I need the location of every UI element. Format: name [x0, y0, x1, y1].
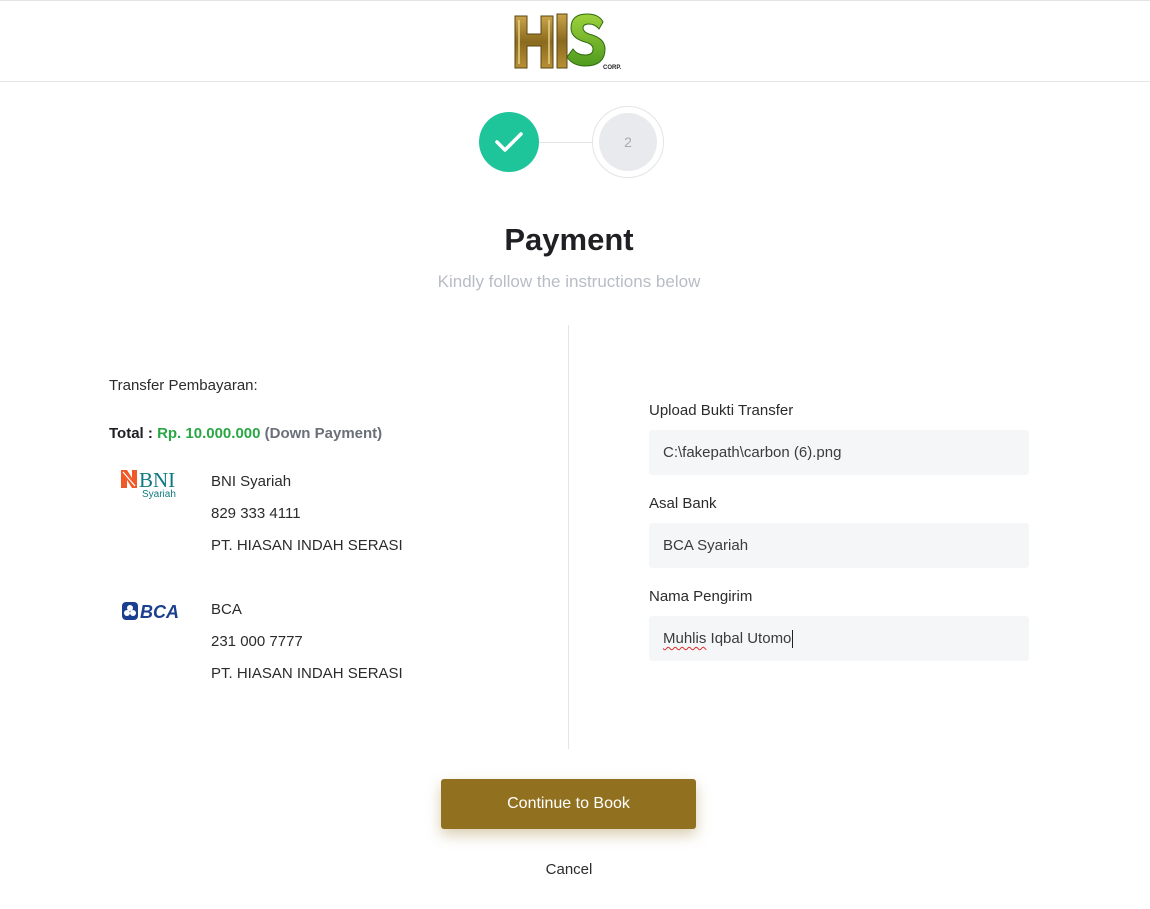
- bca-logo-text: BCA: [140, 602, 179, 622]
- text-caret: [792, 629, 794, 648]
- bank-1-holder: PT. HIASAN INDAH SERASI: [211, 537, 403, 554]
- bank-1-account: 829 333 4111: [211, 505, 301, 522]
- total-prefix: Total :: [109, 425, 153, 442]
- bank-origin-value: BCA Syariah: [663, 537, 749, 554]
- sender-name-misspelled: Muhlis: [663, 630, 707, 647]
- total-note: (Down Payment): [264, 425, 383, 442]
- step-2-number: 2: [624, 134, 632, 150]
- step-2-indicator: 2: [599, 113, 657, 171]
- bank-origin-input[interactable]: BCA Syariah: [649, 523, 1029, 568]
- total-line: Total : Rp. 10.000.000 (Down Payment): [109, 425, 382, 442]
- check-icon: [495, 132, 523, 152]
- transfer-label: Transfer Pembayaran:: [109, 377, 258, 394]
- total-amount: Rp. 10.000.000: [157, 425, 261, 442]
- cancel-label[interactable]: Cancel: [546, 861, 593, 878]
- step-1-completed: [479, 112, 539, 172]
- bank-2-account: 231 000 7777: [211, 633, 303, 650]
- cancel-link[interactable]: Cancel: [0, 861, 1138, 878]
- logo-corp-text: CORP.: [603, 65, 622, 71]
- bca-logo: BCA: [122, 602, 179, 622]
- bank-origin-label: Asal Bank: [649, 495, 717, 512]
- bni-syariah-logo: BNI Syariah: [121, 468, 176, 500]
- upload-label: Upload Bukti Transfer: [649, 402, 794, 419]
- page-subtitle: Kindly follow the instructions below: [437, 272, 701, 291]
- page-title: Payment: [504, 222, 634, 257]
- upload-proof-input[interactable]: C:\fakepath\carbon (6).png: [649, 430, 1029, 475]
- bni-logo-sub: Syariah: [142, 489, 176, 500]
- company-logo[interactable]: CORP.: [511, 10, 631, 72]
- continue-to-book-button[interactable]: Continue to Book: [441, 779, 696, 829]
- stepper-connector: [539, 142, 595, 143]
- sender-name-input[interactable]: Muhlis Iqbal Utomo: [649, 616, 1029, 661]
- column-divider: [568, 325, 569, 749]
- upload-proof-value: C:\fakepath\carbon (6).png: [663, 444, 842, 461]
- bank-2-name: BCA: [211, 601, 242, 618]
- top-header: CORP.: [0, 0, 1150, 82]
- bank-2-holder: PT. HIASAN INDAH SERASI: [211, 665, 403, 682]
- sender-name-label: Nama Pengirim: [649, 588, 753, 605]
- bank-1-name: BNI Syariah: [211, 473, 292, 490]
- sender-name-rest: Iqbal Utomo: [706, 630, 792, 647]
